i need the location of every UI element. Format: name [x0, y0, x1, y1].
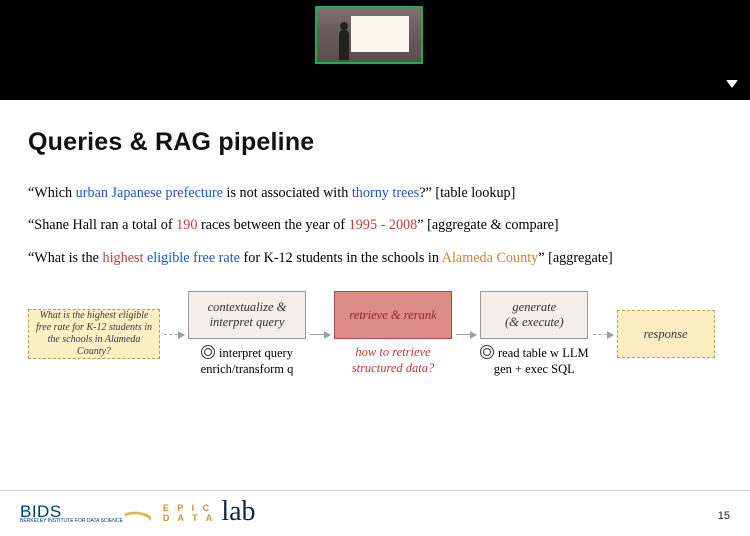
pipeline-context-box: contextualize & interpret query	[188, 291, 306, 339]
slide-page-number: 15	[718, 510, 730, 522]
pipeline-diagram: What is the highest eligible free rate f…	[28, 291, 722, 391]
shared-slide: Queries & RAG pipeline “Which urban Japa…	[0, 100, 750, 536]
arrow-icon	[164, 334, 184, 335]
slide-title: Queries & RAG pipeline	[28, 128, 722, 157]
caption-retrieve: how to retrieve structured data?	[334, 345, 452, 376]
video-meeting-window: Queries & RAG pipeline “Which urban Japa…	[0, 0, 750, 536]
pipeline-query-box: What is the highest eligible free rate f…	[28, 309, 160, 359]
query-line-3: “What is the highest eligible free rate …	[28, 248, 722, 269]
openai-icon	[480, 345, 494, 359]
lab-logo: lab	[221, 496, 255, 528]
query-line-1: “Which urban Japanese prefecture is not …	[28, 183, 722, 204]
caption-context: interpret query enrich/transform q	[188, 345, 306, 377]
query-line-2: “Shane Hall ran a total of 190 races bet…	[28, 215, 722, 236]
bids-logo: BIDS BERKELEY INSTITUTE FOR DATA SCIENCE	[20, 504, 151, 524]
fullscreen-chevron-icon[interactable]	[726, 80, 738, 88]
openai-icon	[201, 345, 215, 359]
slide-footer: BIDS BERKELEY INSTITUTE FOR DATA SCIENCE…	[0, 490, 750, 536]
arrow-icon	[310, 334, 330, 335]
bids-swoosh-icon	[125, 504, 151, 524]
presenter-camera-thumbnail[interactable]	[315, 6, 423, 64]
arrow-icon	[593, 334, 613, 335]
arrow-icon	[456, 334, 476, 335]
camera-projected-screen	[351, 16, 409, 52]
pipeline-response-box: response	[617, 310, 715, 358]
epic-data-logo: E P I C D A T A	[163, 504, 216, 524]
example-queries: “Which urban Japanese prefecture is not …	[28, 183, 722, 269]
pipeline-retrieve-box: retrieve & rerank	[334, 291, 452, 339]
caption-generate: read table w LLM gen + exec SQL	[480, 345, 589, 377]
pipeline-generate-box: generate(& execute)	[480, 291, 588, 339]
camera-presenter-silhouette	[339, 30, 349, 60]
